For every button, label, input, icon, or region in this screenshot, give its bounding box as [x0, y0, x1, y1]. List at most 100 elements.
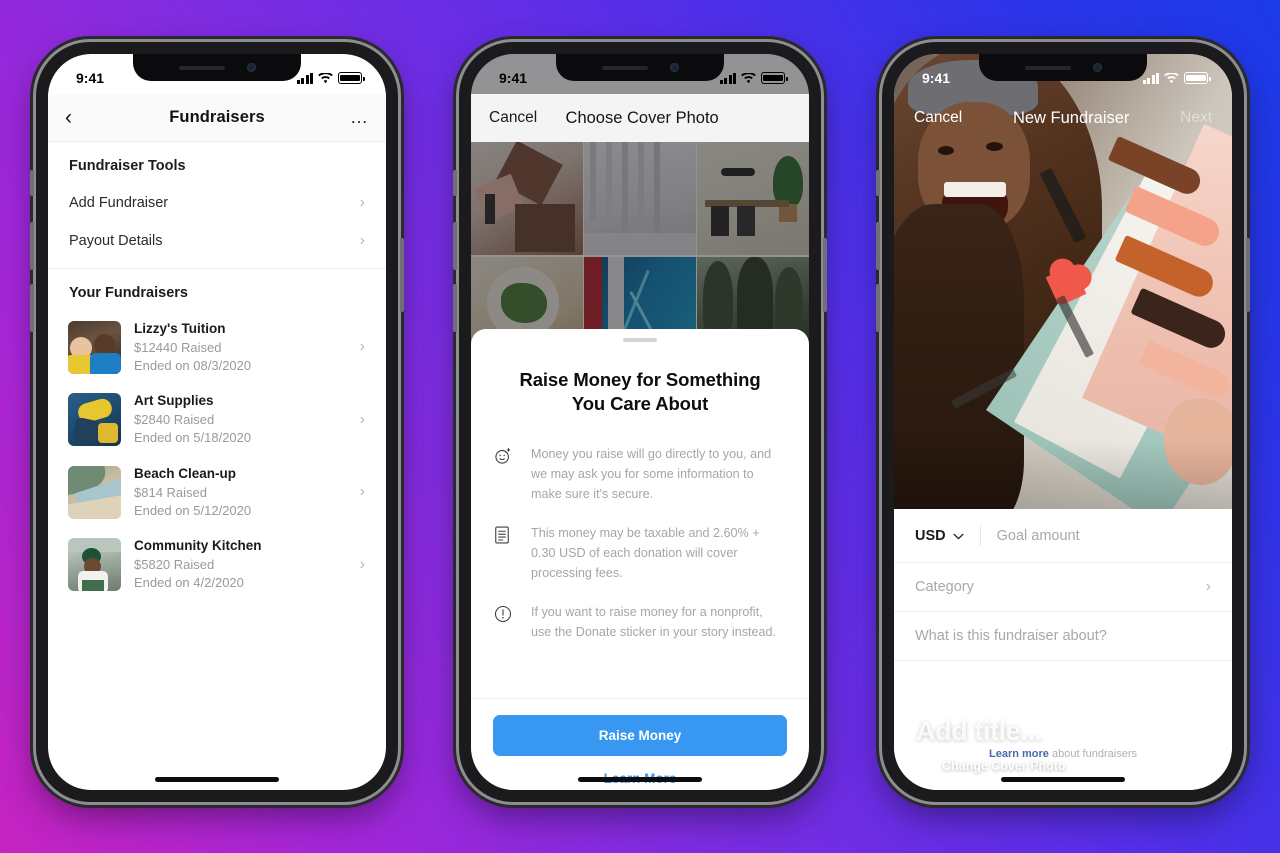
front-camera-icon — [246, 63, 256, 72]
fundraiser-raised: $814 Raised — [134, 484, 207, 500]
smiley-sparkle-icon — [493, 444, 515, 504]
avatar — [68, 320, 121, 374]
cancel-button[interactable]: Cancel — [914, 109, 962, 127]
phone2-power-button[interactable] — [823, 238, 827, 312]
chevron-right-icon: › — [359, 410, 365, 428]
status-time: 9:41 — [922, 70, 951, 86]
phone2-notch — [556, 54, 724, 81]
list-item[interactable]: Beach Clean-up $814 Raised Ended on 5/12… — [48, 456, 386, 528]
home-indicator[interactable] — [155, 777, 279, 782]
raise-money-sheet: Raise Money for Something You Care About… — [471, 329, 809, 790]
cellular-bars-icon — [719, 72, 736, 84]
avatar — [68, 393, 121, 447]
phone2-volume-down-button[interactable] — [453, 284, 457, 332]
list-item[interactable]: Community Kitchen $5820 Raised Ended on … — [48, 528, 386, 600]
fundraiser-ended: Ended on 5/18/2020 — [134, 430, 252, 446]
document-icon — [493, 523, 515, 583]
phone2-screen: 9:41 Cancel Choose Cover Photo Raise Mon… — [471, 54, 809, 790]
phone3-mute-switch[interactable] — [876, 170, 880, 196]
photo-icon — [916, 756, 933, 776]
chevron-left-icon[interactable]: ‹ — [65, 107, 89, 128]
row-label: Payout Details — [69, 233, 163, 249]
chevron-down-icon — [953, 528, 964, 544]
bullet-text: Money you raise will go directly to you,… — [531, 446, 772, 501]
add-title-input[interactable]: Add title... — [916, 717, 1066, 747]
raise-money-button[interactable]: Raise Money — [493, 715, 787, 756]
ellipsis-icon[interactable]: … — [345, 108, 369, 126]
page-title: New Fundraiser — [1012, 108, 1130, 127]
phone2-volume-up-button[interactable] — [453, 222, 457, 270]
phone3-volume-down-button[interactable] — [876, 284, 880, 332]
page-title: Fundraisers — [169, 108, 265, 126]
battery-icon — [338, 72, 365, 84]
cancel-button[interactable]: Cancel — [489, 109, 537, 127]
sheet-heading: Raise Money for Something You Care About — [519, 369, 761, 415]
wifi-icon — [741, 72, 756, 84]
next-button[interactable]: Next — [1180, 109, 1212, 127]
row-payout-details[interactable]: Payout Details › — [48, 222, 386, 260]
fundraiser-ended: Ended on 5/12/2020 — [134, 502, 252, 518]
goal-amount-input[interactable]: Goal amount — [997, 528, 1080, 544]
phone3-nav-bar: Cancel New Fundraiser Next — [894, 94, 1232, 142]
category-row[interactable]: Category › — [894, 563, 1232, 612]
avatar — [68, 465, 121, 519]
phone1-screen: 9:41 ‹ Fundraisers … Fundraiser Tools Ad… — [48, 54, 386, 790]
exclamation-circle-icon — [493, 602, 515, 642]
about-input[interactable]: What is this fundraiser about? — [915, 628, 1107, 644]
phone1-nav-bar: ‹ Fundraisers … — [48, 94, 386, 142]
phone-1: 9:41 ‹ Fundraisers … Fundraiser Tools Ad… — [30, 42, 404, 802]
row-add-fundraiser[interactable]: Add Fundraiser › — [48, 184, 386, 222]
change-cover-photo-button[interactable]: Change Cover Photo — [916, 756, 1066, 776]
fundraiser-raised: $2840 Raised — [134, 412, 215, 428]
phone3-volume-up-button[interactable] — [876, 222, 880, 270]
phone1-mute-switch[interactable] — [30, 170, 34, 196]
earpiece-speaker — [601, 65, 648, 70]
phone1-volume-down-button[interactable] — [30, 284, 34, 332]
sheet-bullets: Money you raise will go directly to you,… — [471, 423, 809, 658]
fundraiser-raised: $12440 Raised — [134, 339, 222, 355]
currency-selector[interactable]: USD — [915, 528, 964, 544]
fundraiser-raised: $5820 Raised — [134, 556, 215, 572]
bullet-text: This money may be taxable and 2.60% + 0.… — [531, 525, 760, 580]
home-indicator[interactable] — [1001, 777, 1125, 782]
fundraiser-title: Community Kitchen — [134, 538, 262, 554]
page-title: Choose Cover Photo — [565, 108, 719, 127]
goal-amount-row: USD Goal amount — [894, 509, 1232, 563]
status-time: 9:41 — [76, 70, 105, 86]
row-label: Add Fundraiser — [69, 195, 169, 211]
chevron-right-icon: › — [359, 555, 365, 573]
phone1-volume-up-button[interactable] — [30, 222, 34, 270]
fundraiser-title: Art Supplies — [134, 393, 214, 409]
status-time: 9:41 — [499, 70, 528, 86]
bullet-item: Money you raise will go directly to you,… — [493, 435, 785, 514]
earpiece-speaker — [1024, 65, 1071, 70]
front-camera-icon — [1092, 63, 1102, 72]
bullet-text: If you want to raise money for a nonprof… — [531, 604, 777, 639]
phone-3: 9:41 Cancel New Fundraiser Next Add titl… — [876, 42, 1250, 802]
fundraiser-ended: Ended on 08/3/2020 — [134, 358, 252, 374]
phone-2: 9:41 Cancel Choose Cover Photo Raise Mon… — [453, 42, 827, 802]
phone1-content: Fundraiser Tools Add Fundraiser › Payout… — [48, 142, 386, 790]
chevron-right-icon: › — [359, 338, 365, 356]
list-item[interactable]: Lizzy's Tuition $12440 Raised Ended on 0… — [48, 311, 386, 383]
phone2-mute-switch[interactable] — [453, 170, 457, 196]
chevron-right-icon: › — [1205, 578, 1211, 595]
cellular-bars-icon — [1142, 72, 1159, 84]
phone3-power-button[interactable] — [1246, 238, 1250, 312]
currency-value: USD — [915, 527, 946, 544]
wifi-icon — [1164, 72, 1179, 84]
earpiece-speaker — [178, 65, 225, 70]
home-indicator[interactable] — [578, 777, 702, 782]
field-separator — [979, 525, 981, 546]
phone3-notch — [979, 54, 1147, 81]
phone1-power-button[interactable] — [400, 238, 404, 312]
fundraiser-ended: Ended on 4/2/2020 — [134, 575, 244, 591]
chevron-right-icon: › — [359, 194, 365, 211]
bullet-item: If you want to raise money for a nonprof… — [493, 593, 785, 652]
change-cover-photo-label: Change Cover Photo — [942, 759, 1066, 773]
battery-icon — [1184, 72, 1211, 84]
avatar — [68, 538, 121, 592]
about-row[interactable]: What is this fundraiser about? — [894, 612, 1232, 661]
chevron-right-icon: › — [359, 232, 365, 249]
list-item[interactable]: Art Supplies $2840 Raised Ended on 5/18/… — [48, 383, 386, 455]
